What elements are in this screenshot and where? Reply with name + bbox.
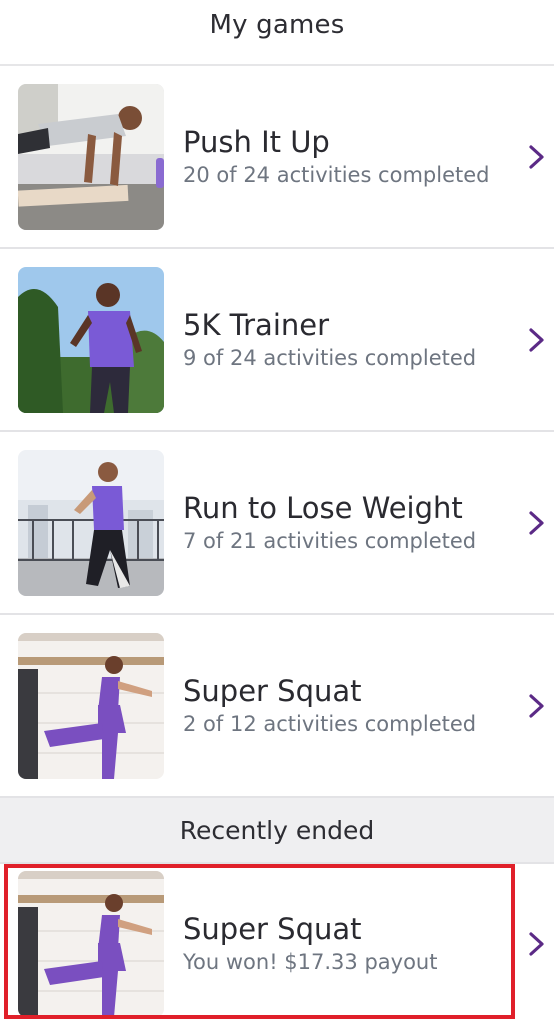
game-item-5k-trainer[interactable]: 5K Trainer 9 of 24 activities completed	[0, 249, 554, 432]
chevron-right-icon	[529, 510, 544, 535]
game-result: You won! $17.33 payout	[183, 950, 438, 974]
section-title: Recently ended	[179, 815, 375, 845]
push-up-thumbnail	[18, 83, 164, 230]
squat-thumbnail	[18, 871, 164, 1017]
game-title: Run to Lose Weight	[183, 490, 463, 525]
game-item-super-squat[interactable]: Super Squat 2 of 12 activities completed	[0, 615, 554, 798]
game-item-run-to-lose-weight[interactable]: Run to Lose Weight 7 of 21 activities co…	[0, 432, 554, 615]
woman-running-thumbnail	[18, 449, 164, 596]
chevron-right-icon	[529, 144, 544, 169]
ended-game-item-super-squat[interactable]: Super Squat You won! $17.33 payout	[0, 864, 554, 1024]
game-title: Super Squat	[183, 673, 362, 708]
squat-photo	[18, 632, 164, 779]
squat-thumbnail	[18, 632, 164, 779]
recently-ended-header: Recently ended	[0, 798, 554, 864]
game-progress: 7 of 21 activities completed	[183, 528, 477, 553]
game-title: Push It Up	[183, 124, 330, 159]
game-item-push-it-up[interactable]: Push It Up 20 of 24 activities completed	[0, 66, 554, 249]
woman-running-photo	[18, 449, 164, 596]
game-title: 5K Trainer	[183, 307, 330, 342]
chevron-right-icon	[529, 327, 544, 352]
squat-photo	[18, 871, 164, 1017]
page-header: My games	[0, 0, 554, 66]
page-title: My games	[209, 10, 345, 40]
game-progress: 9 of 24 activities completed	[183, 345, 477, 370]
chevron-right-icon	[529, 693, 544, 718]
runner-thumbnail	[18, 266, 164, 413]
game-progress: 2 of 12 activities completed	[183, 711, 477, 736]
game-title: Super Squat	[183, 912, 362, 946]
push-up-photo	[18, 83, 164, 230]
chevron-right-icon	[529, 932, 544, 956]
game-progress: 20 of 24 activities completed	[183, 162, 490, 187]
my-games-list: Push It Up 20 of 24 activities completed…	[0, 66, 554, 1024]
runner-photo	[18, 266, 164, 413]
